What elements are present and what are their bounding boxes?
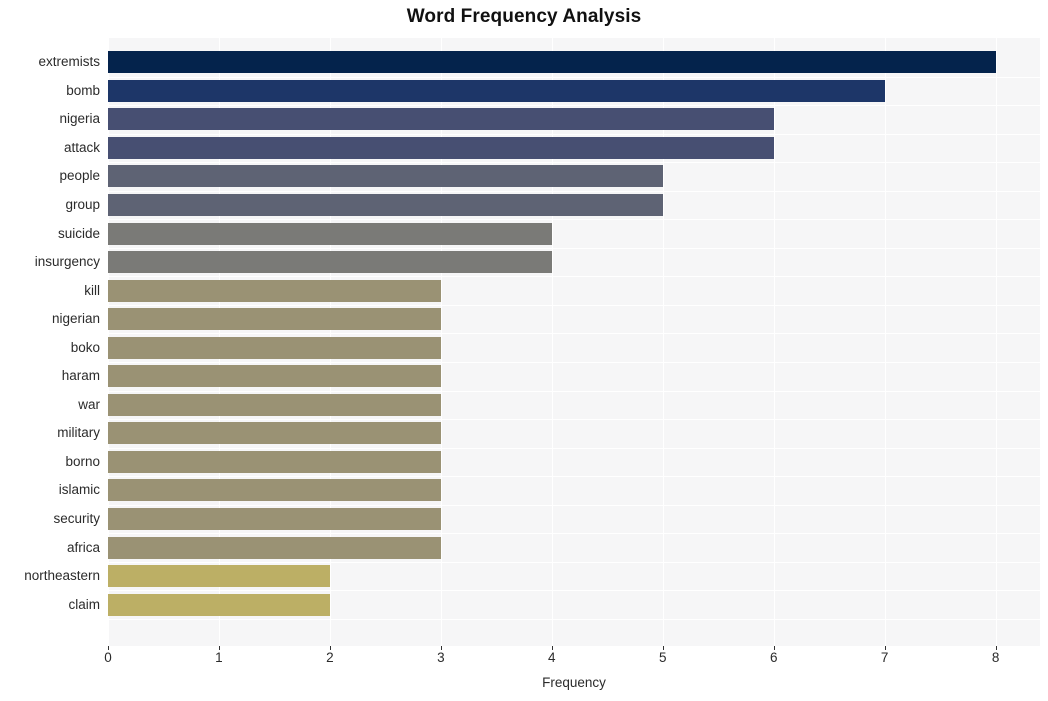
- x-tick-label-4: 4: [548, 650, 556, 665]
- x-tick-label-6: 6: [769, 650, 778, 665]
- y-tick-label-haram: haram: [61, 368, 100, 383]
- y-gridline: [108, 219, 1040, 220]
- x-tick-label-7: 7: [880, 650, 889, 665]
- y-tick-label-kill: kill: [84, 283, 100, 298]
- bar-war: [108, 394, 441, 416]
- x-gridline: [884, 38, 886, 646]
- bar-kill: [108, 280, 441, 302]
- bar-extremists: [108, 51, 996, 73]
- bar-security: [108, 508, 441, 530]
- x-gridline: [995, 38, 997, 646]
- y-gridline: [108, 162, 1040, 163]
- y-tick-label-people: people: [59, 168, 100, 183]
- bar-suicide: [108, 223, 552, 245]
- y-gridline: [108, 448, 1040, 449]
- y-gridline: [108, 476, 1040, 477]
- y-gridline: [108, 590, 1040, 591]
- y-gridline: [108, 505, 1040, 506]
- y-tick-label-group: group: [65, 197, 100, 212]
- y-gridline: [108, 191, 1040, 192]
- bar-borno: [108, 451, 441, 473]
- x-tick-label-2: 2: [326, 650, 334, 665]
- x-tick-label-1: 1: [215, 650, 223, 665]
- y-tick-label-africa: africa: [66, 540, 100, 555]
- y-tick-label-boko: boko: [70, 340, 100, 355]
- y-gridline: [108, 77, 1040, 78]
- bar-haram: [108, 365, 441, 387]
- y-tick-label-nigeria: nigeria: [59, 111, 100, 126]
- y-gridline: [108, 276, 1040, 277]
- y-gridline: [108, 391, 1040, 392]
- y-gridline: [108, 134, 1040, 135]
- x-tick-label-3: 3: [437, 650, 445, 665]
- y-tick-label-islamic: islamic: [58, 482, 100, 497]
- bar-bomb: [108, 80, 885, 102]
- plot-area: [108, 38, 1040, 646]
- x-tick-label-8: 8: [991, 650, 1000, 665]
- y-tick-label-nigerian: nigerian: [51, 311, 100, 326]
- y-gridline: [108, 248, 1040, 249]
- y-tick-label-claim: claim: [68, 597, 100, 612]
- y-tick-label-suicide: suicide: [57, 226, 100, 241]
- x-tick-label-5: 5: [658, 650, 667, 665]
- bar-group: [108, 194, 663, 216]
- x-gridline: [773, 38, 775, 646]
- bar-boko: [108, 337, 441, 359]
- y-tick-label-war: war: [78, 397, 100, 412]
- y-tick-label-military: military: [57, 425, 100, 440]
- y-tick-label-borno: borno: [65, 454, 100, 469]
- bar-nigeria: [108, 108, 774, 130]
- word-frequency-chart: Word Frequency Analysis extremists bomb ni…: [0, 0, 1048, 701]
- y-gridline: [108, 533, 1040, 534]
- y-gridline: [108, 305, 1040, 306]
- x-tick-label-0: 0: [104, 650, 112, 665]
- y-gridline: [108, 619, 1040, 620]
- x-axis-ticks: 0 1 2 3 4 5 6 7 8: [0, 646, 1048, 672]
- bar-nigerian: [108, 308, 441, 330]
- bar-people: [108, 165, 663, 187]
- bar-africa: [108, 537, 441, 559]
- bar-attack: [108, 137, 774, 159]
- bar-islamic: [108, 479, 441, 501]
- bar-northeastern: [108, 565, 330, 587]
- page-title: Word Frequency Analysis: [406, 6, 642, 27]
- y-gridline: [108, 333, 1040, 334]
- y-gridline: [108, 562, 1040, 563]
- y-gridline: [108, 419, 1040, 420]
- y-tick-label-attack: attack: [63, 140, 100, 155]
- bar-military: [108, 422, 441, 444]
- y-tick-label-northeastern: northeastern: [24, 568, 100, 583]
- y-tick-label-security: security: [53, 511, 100, 526]
- y-tick-label-insurgency: insurgency: [34, 254, 100, 269]
- y-tick-label-bomb: bomb: [66, 83, 100, 98]
- x-axis-label: Frequency: [542, 675, 606, 690]
- y-gridline: [108, 362, 1040, 363]
- bar-insurgency: [108, 251, 552, 273]
- y-tick-label-extremists: extremists: [38, 54, 100, 69]
- y-axis-labels: extremists bomb nigeria attack people group su…: [0, 38, 100, 646]
- y-gridline: [108, 105, 1040, 106]
- bar-claim: [108, 594, 330, 616]
